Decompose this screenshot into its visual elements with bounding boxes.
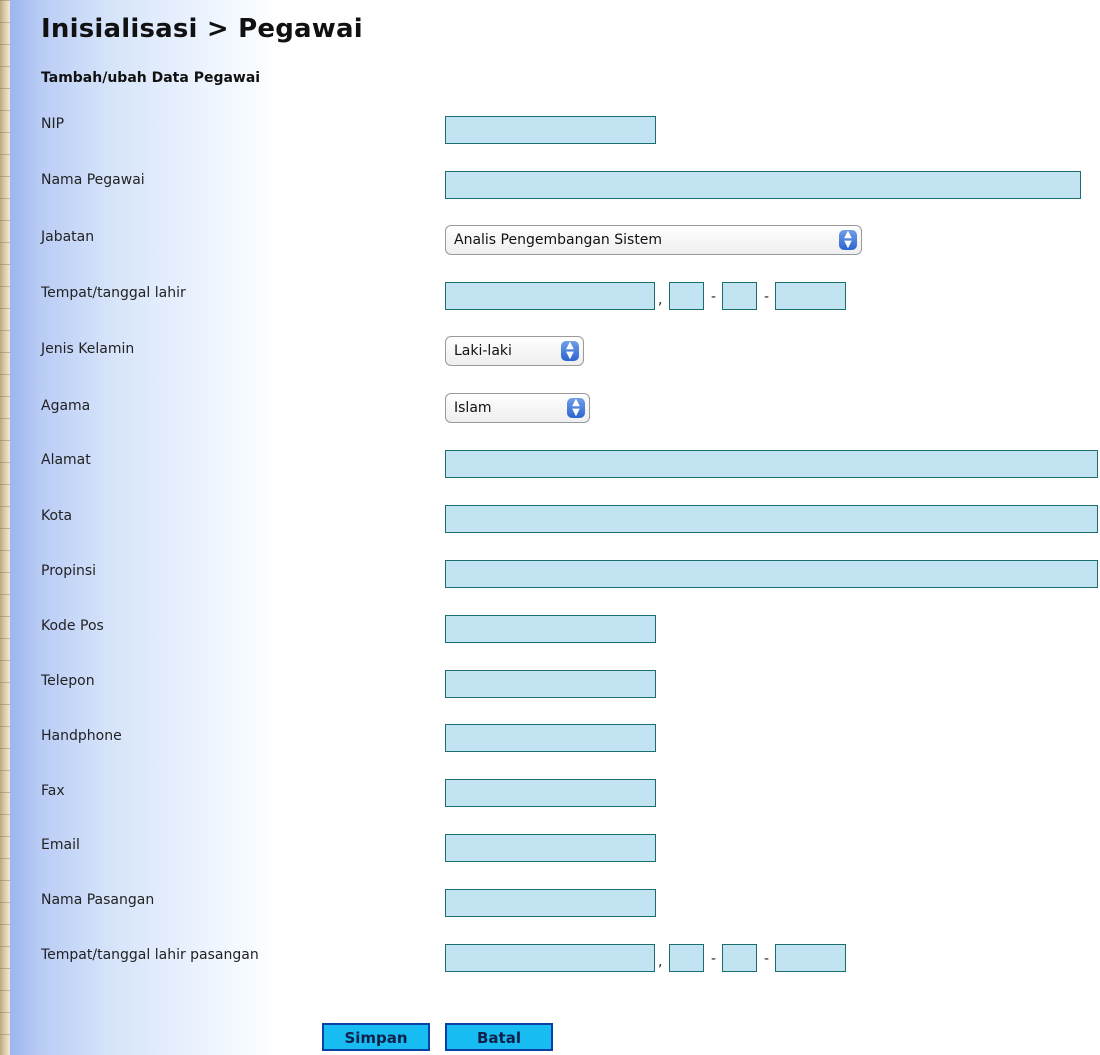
email-label: Email (41, 837, 80, 853)
jabatan-select[interactable]: Analis Pengembangan Sistem ▲ ▼ (445, 225, 862, 255)
tempat-lahir-input[interactable] (445, 282, 655, 310)
nip-input[interactable] (445, 116, 656, 144)
jabatan-selected-value: Analis Pengembangan Sistem (454, 232, 663, 248)
jenis-kelamin-select[interactable]: Laki-laki ▲ ▼ (445, 336, 584, 366)
handphone-input[interactable] (445, 724, 656, 752)
kode-pos-label: Kode Pos (41, 618, 104, 634)
page-title: Inisialisasi > Pegawai (41, 14, 363, 44)
updown-chevron-icon: ▲ ▼ (561, 341, 579, 361)
bulan-lahir-pasangan-input[interactable] (722, 944, 757, 972)
tahun-lahir-input[interactable] (775, 282, 846, 310)
agama-selected-value: Islam (454, 400, 492, 416)
propinsi-label: Propinsi (41, 563, 97, 579)
comma-separator: , (658, 292, 663, 308)
updown-chevron-icon: ▲ ▼ (567, 398, 585, 418)
jenis-kelamin-selected-value: Laki-laki (454, 343, 512, 359)
agama-select[interactable]: Islam ▲ ▼ (445, 393, 590, 423)
tempat-tanggal-lahir-pasangan-label: Tempat/tanggal lahir pasangan (41, 947, 259, 963)
handphone-label: Handphone (41, 728, 122, 744)
jabatan-label: Jabatan (41, 229, 95, 245)
left-decorative-border (0, 0, 10, 1055)
propinsi-input[interactable] (445, 560, 1098, 588)
alamat-label: Alamat (41, 452, 91, 468)
telepon-label: Telepon (41, 673, 95, 689)
jenis-kelamin-label: Jenis Kelamin (41, 341, 135, 357)
nama-pasangan-label: Nama Pasangan (41, 892, 155, 908)
comma-separator: , (658, 954, 663, 970)
bulan-lahir-input[interactable] (722, 282, 757, 310)
updown-chevron-icon: ▲ ▼ (839, 230, 857, 250)
fax-input[interactable] (445, 779, 656, 807)
nama-pegawai-input[interactable] (445, 171, 1081, 199)
fax-label: Fax (41, 783, 65, 799)
kota-input[interactable] (445, 505, 1098, 533)
alamat-input[interactable] (445, 450, 1098, 478)
dash-separator: - (764, 951, 770, 967)
telepon-input[interactable] (445, 670, 656, 698)
tempat-tanggal-lahir-label: Tempat/tanggal lahir (41, 285, 186, 301)
kode-pos-input[interactable] (445, 615, 656, 643)
tanggal-lahir-pasangan-input[interactable] (669, 944, 704, 972)
agama-label: Agama (41, 398, 91, 414)
email-input[interactable] (445, 834, 656, 862)
form-subtitle: Tambah/ubah Data Pegawai (41, 70, 261, 86)
nama-pegawai-label: Nama Pegawai (41, 172, 145, 188)
kota-label: Kota (41, 508, 73, 524)
nama-pasangan-input[interactable] (445, 889, 656, 917)
dash-separator: - (711, 951, 717, 967)
nip-label: NIP (41, 116, 65, 132)
batal-button[interactable]: Batal (445, 1023, 553, 1051)
dash-separator: - (764, 289, 770, 305)
tempat-lahir-pasangan-input[interactable] (445, 944, 655, 972)
tanggal-lahir-input[interactable] (669, 282, 704, 310)
tahun-lahir-pasangan-input[interactable] (775, 944, 846, 972)
simpan-button[interactable]: Simpan (322, 1023, 430, 1051)
dash-separator: - (711, 289, 717, 305)
